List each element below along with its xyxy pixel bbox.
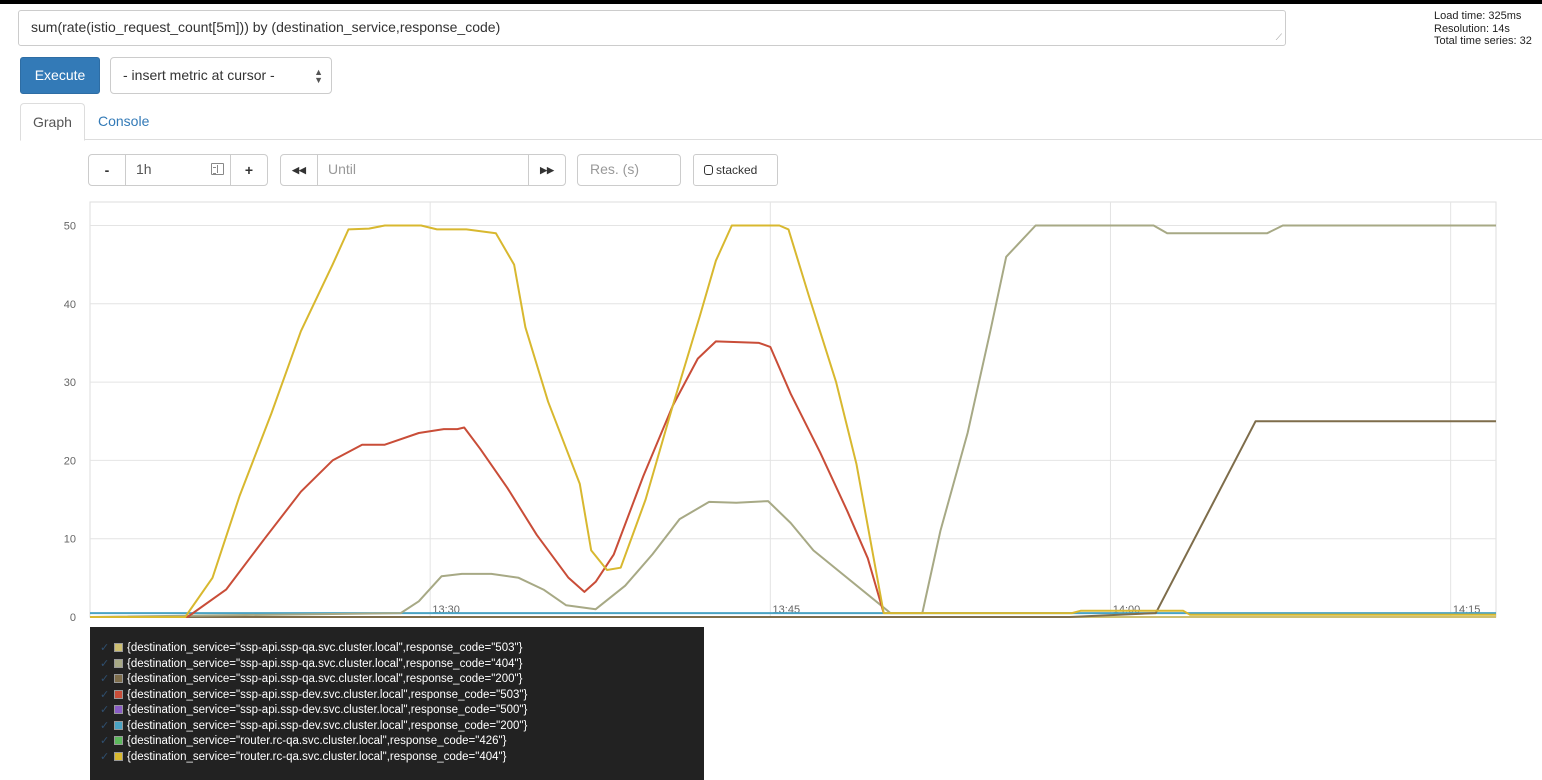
calendar-icon[interactable] (211, 163, 224, 175)
metric-select[interactable]: - insert metric at cursor - ▲ ▼ (110, 57, 332, 94)
checkmark-icon[interactable]: ✓ (100, 688, 114, 703)
x-tick-label: 13:30 (432, 604, 460, 616)
legend-label: {destination_service="ssp-api.ssp-qa.svc… (127, 673, 523, 685)
checkmark-icon[interactable]: ✓ (100, 672, 114, 687)
legend-swatch (114, 674, 123, 683)
legend-swatch (114, 643, 123, 652)
y-tick-label: 0 (70, 612, 76, 624)
legend-label: {destination_service="ssp-api.ssp-dev.sv… (127, 704, 528, 716)
legend-item[interactable]: ✓ {destination_service="ssp-api.ssp-dev.s… (90, 719, 704, 735)
y-tick-label: 50 (64, 220, 76, 232)
legend-label: {destination_service="ssp-api.ssp-qa.svc… (127, 657, 523, 670)
legend-label: {destination_service="router.rc-qa.svc.c… (127, 735, 507, 747)
legend-label: {destination_service="ssp-api.ssp-qa.svc… (127, 642, 523, 654)
legend-swatch (114, 751, 123, 761)
y-tick-label: 40 (64, 299, 76, 311)
resize-grip-icon[interactable]: ⟋ (1276, 32, 1282, 43)
execute-button[interactable]: Execute (20, 57, 100, 94)
graph-chart[interactable]: 0102030405013:30 13:45 14:00 14:15 (40, 198, 1500, 626)
top-bar (0, 0, 1542, 4)
resolution-input[interactable]: Res. (s) (577, 154, 681, 186)
x-tick-label: 13:45 (773, 604, 801, 616)
y-tick-label: 20 (64, 455, 76, 467)
load-time: Load time: 325ms (1434, 10, 1522, 22)
expression-text: sum(rate(istio_request_count[5m])) by (d… (31, 19, 501, 35)
checkmark-icon[interactable]: ✓ (100, 734, 114, 749)
stacked-label: stacked (716, 163, 758, 177)
legend-swatch (114, 658, 123, 668)
legend-item[interactable]: ✓ {destination_service="router.rc-qa.svc.… (90, 750, 704, 766)
checkmark-icon[interactable]: ✓ (100, 657, 114, 672)
resolution-placeholder: Res. (s) (590, 161, 639, 177)
stacked-toggle-button[interactable]: stacked (693, 154, 778, 186)
legend-item[interactable]: ✓ {destination_service="router.rc-qa.svc.… (90, 734, 704, 750)
range-decrease-button[interactable]: - (88, 154, 126, 186)
y-tick-label: 30 (64, 377, 76, 389)
query-stats: Load time: 325ms Resolution: 14s Total t… (1434, 10, 1532, 48)
checkmark-icon[interactable]: ✓ (100, 750, 114, 765)
time-back-button[interactable]: ◀◀ (280, 154, 318, 186)
metric-select-value: - insert metric at cursor - (123, 67, 275, 83)
legend-item[interactable]: ✓ {destination_service="ssp-api.ssp-dev.s… (90, 688, 704, 704)
legend-item[interactable]: ✓ {destination_service="ssp-api.ssp-qa.sv… (90, 672, 704, 688)
tab-bar: Graph Console (20, 103, 1542, 141)
range-value: 1h (136, 161, 152, 177)
tab-graph[interactable]: Graph (20, 103, 85, 141)
checkmark-icon[interactable]: ✓ (100, 719, 114, 734)
series-legend: ✓ {destination_service="ssp-api.ssp-qa.sv… (90, 627, 704, 780)
legend-swatch (114, 720, 123, 730)
checkmark-icon[interactable]: ✓ (100, 703, 114, 718)
select-arrows-icon: ▲ ▼ (314, 67, 323, 85)
legend-label: {destination_service="ssp-api.ssp-dev.sv… (127, 688, 528, 701)
until-placeholder: Until (328, 161, 357, 177)
time-forward-button[interactable]: ▶▶ (528, 154, 566, 186)
total-time-series: Total time series: 32 (1434, 35, 1532, 47)
legend-item[interactable]: ✓ {destination_service="ssp-api.ssp-dev.s… (90, 703, 704, 719)
y-tick-label: 10 (64, 534, 76, 546)
legend-swatch (114, 689, 123, 699)
checkmark-icon[interactable]: ✓ (100, 641, 114, 656)
legend-label: {destination_service="router.rc-qa.svc.c… (127, 750, 507, 763)
range-increase-button[interactable]: + (230, 154, 268, 186)
tab-console[interactable]: Console (86, 103, 161, 140)
legend-item[interactable]: ✓ {destination_service="ssp-api.ssp-qa.sv… (90, 641, 704, 657)
stacked-checkbox-icon (704, 165, 713, 175)
legend-label: {destination_service="ssp-api.ssp-dev.sv… (127, 719, 528, 732)
expression-input[interactable]: sum(rate(istio_request_count[5m])) by (d… (18, 10, 1286, 46)
resolution: Resolution: 14s (1434, 22, 1510, 35)
legend-swatch (114, 736, 123, 745)
plot-area (89, 201, 1497, 618)
legend-swatch (114, 705, 123, 714)
legend-item[interactable]: ✓ {destination_service="ssp-api.ssp-qa.sv… (90, 657, 704, 673)
until-input[interactable]: Until (317, 154, 529, 186)
